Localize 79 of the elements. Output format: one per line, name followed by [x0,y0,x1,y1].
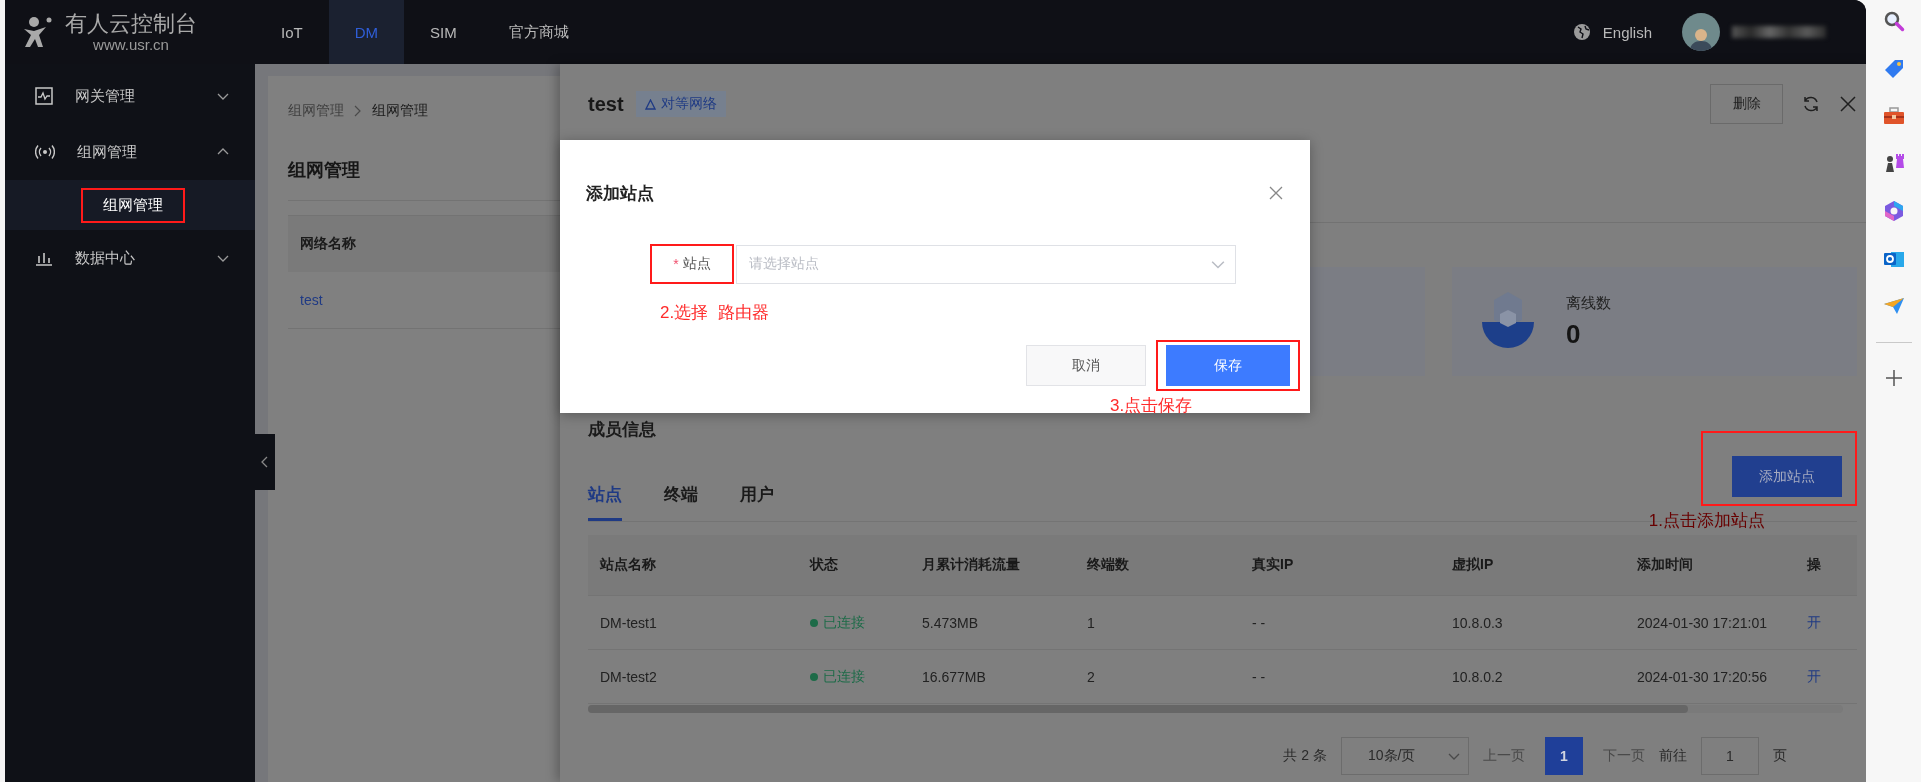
goto-label: 前往 [1659,747,1687,765]
column-header: 操 [1806,556,1822,574]
delete-button[interactable]: 删除 [1710,84,1783,124]
table-cell-text: 1 [1086,614,1096,631]
column-header: 站点名称 [599,556,657,574]
annotation-text: 2.选择 [660,302,709,324]
table-cell-text: DM-test1 [599,614,658,631]
table-cell-text: 10.8.0.3 [1451,614,1504,631]
language-link[interactable]: English [1602,23,1652,41]
table-cell-text: 5.473MB [921,614,980,631]
page-suffix: 页 [1773,747,1787,765]
page-size-select[interactable]: 10条/页 [1341,737,1469,775]
sidebar-item[interactable]: 数据中心 [5,230,255,286]
close-icon[interactable] [1268,185,1284,201]
breadcrumb-link[interactable]: 组网管理 [288,102,344,120]
column-header: 终端数 [1086,556,1130,574]
section-title: 成员信息 [588,419,657,441]
tab[interactable]: 用户 [740,483,774,521]
search-icon[interactable] [1882,10,1905,32]
column-header: 添加时间 [1636,556,1694,574]
annotation-text: 1.点击添加站点 [1648,510,1765,532]
field-label: * 站点 [672,254,712,274]
collapse-handle[interactable] [255,434,275,490]
status-text: 已连接 [798,613,910,632]
logo-title: 有人云控制台 [65,11,197,37]
annotation-text: 路由器 [718,302,769,324]
drawer-title: test [588,92,624,116]
table-cell-text: DM-test2 [599,668,658,685]
column-header: 真实IP [1251,556,1295,574]
save-button[interactable]: 保存 [1166,345,1290,386]
column-header: 月累计消耗流量 [921,556,1021,574]
stat-label: 离线数 [1566,293,1611,313]
table-cell-text: - - [1251,668,1267,685]
nav-tab[interactable]: SIM [404,0,483,64]
column-header: 状态 [808,556,839,574]
status-dot [810,672,818,681]
monitor-pulse-icon [35,87,53,105]
bar-chart-icon [35,250,53,266]
breadcrumb-link[interactable]: 组网管理 [372,102,428,120]
breadcrumb-separator-icon [354,105,362,117]
nav-tab[interactable]: 官方商城 [482,0,595,64]
sidebar-subitem[interactable]: 组网管理 [103,195,163,215]
status-text: 已连接 [798,667,910,686]
status-dot [810,618,818,627]
sidebar-item[interactable]: 组网管理 [5,124,255,180]
globe-icon[interactable] [1572,23,1591,41]
sidebar-item[interactable]: 网关管理 [5,68,255,124]
table-cell-text: 2024-01-30 17:20:56 [1636,668,1768,685]
stat-value: 0 [1566,318,1582,350]
tab[interactable]: 站点 [588,483,622,521]
total-count: 共 2 条 [1283,747,1327,765]
action-link[interactable]: 开 [1795,613,1857,632]
cancel-button[interactable]: 取消 [1026,345,1146,386]
close-icon[interactable] [1839,95,1857,113]
annotation-text: 3.点击保存 [1110,395,1193,417]
refresh-icon[interactable] [1801,94,1821,114]
scrollbar-thumb[interactable] [588,705,1688,713]
action-link[interactable]: 开 [1795,667,1857,686]
network-link[interactable]: test [300,292,323,308]
nav-tab[interactable]: DM [328,0,404,64]
table-cell-text: 16.677MB [921,668,987,685]
network-type-tag: 对等网络 [635,91,726,117]
logo-url: www.usr.cn [93,37,169,53]
tab[interactable]: 终端 [664,483,698,521]
wireless-signal-icon [35,144,55,160]
add-icon[interactable] [1884,369,1903,387]
ring-logo-icon[interactable] [1882,200,1905,222]
table-cell-text: - - [1251,614,1267,631]
table-cell-text: 10.8.0.2 [1451,668,1504,685]
user-avatar[interactable] [1682,13,1720,51]
table-cell-text: 2 [1086,668,1096,685]
page-number[interactable]: 1 [1545,737,1583,775]
nav-tab[interactable]: IoT [255,0,329,64]
triangle-icon [644,98,656,110]
add-station-button[interactable]: 添加站点 [1732,456,1842,497]
table-cell-text: 2024-01-30 17:21:01 [1636,614,1768,631]
column-header: 虚拟IP [1451,556,1495,574]
toolbox-icon[interactable] [1882,106,1905,126]
goto-page-input[interactable]: 1 [1701,737,1759,775]
